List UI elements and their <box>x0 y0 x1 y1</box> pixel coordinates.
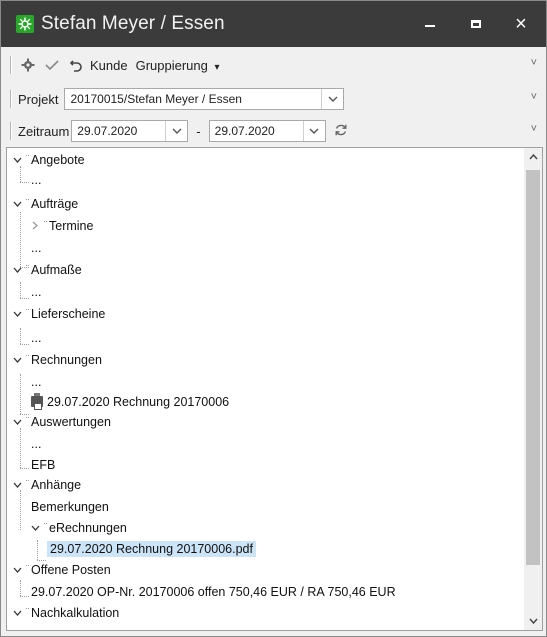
tree-connector <box>20 468 29 469</box>
app-window: Stefan Meyer / Essen × Kunde Gruppierung… <box>0 0 547 637</box>
projekt-select[interactable]: 20170015/Stefan Meyer / Essen <box>64 88 345 110</box>
tree-node-rechnungen[interactable]: Rechnungen <box>11 350 102 369</box>
date-from-picker[interactable]: 29.07.2020 <box>71 120 189 142</box>
tree-connector <box>20 374 21 414</box>
expanded-chevron-icon[interactable] <box>11 564 23 576</box>
tree-node-anhaenge[interactable]: Anhänge <box>11 475 81 494</box>
minimize-icon <box>425 25 435 27</box>
zeitraum-toolbar: Zeitraum 29.07.2020 - 29.07.2020 ˅ <box>6 117 541 145</box>
tree-node-lieferscheine-placeholder[interactable]: ... <box>31 328 41 347</box>
minimize-button[interactable] <box>407 1 453 47</box>
window-title: Stefan Meyer / Essen <box>41 13 225 34</box>
tree-node-auftraege[interactable]: Aufträge <box>11 194 78 213</box>
date-to-value: 29.07.2020 <box>214 124 275 138</box>
checkmark-icon[interactable] <box>42 55 62 75</box>
tree-node-offene-posten[interactable]: Offene Posten <box>11 560 111 579</box>
toolbar-overflow-icon[interactable]: ˅ <box>531 91 537 103</box>
projekt-label: Projekt <box>18 91 59 107</box>
document-tree-panel[interactable]: Angebote ... Aufträge Termine ... Aufmaß… <box>6 147 543 631</box>
tree-node-angebote-placeholder[interactable]: ... <box>31 170 41 189</box>
tree-connector <box>20 298 29 299</box>
undo-icon[interactable] <box>66 55 86 75</box>
tree-node-lieferscheine[interactable]: Lieferscheine <box>11 304 105 323</box>
tree-connector <box>37 540 38 560</box>
toolbar-grip[interactable] <box>10 122 12 140</box>
tree-node-rechnungen-placeholder[interactable]: ... <box>31 372 41 391</box>
tree-connector <box>20 282 21 298</box>
tree-node-angebote[interactable]: Angebote <box>11 150 85 169</box>
scroll-down-icon[interactable] <box>524 612 542 630</box>
expanded-chevron-icon[interactable] <box>11 154 23 166</box>
projekt-toolbar: Projekt 20170015/Stefan Meyer / Essen ˅ <box>6 85 541 113</box>
toolbar-overflow-icon[interactable]: ˅ <box>531 123 537 135</box>
tree-node-nachkalkulation[interactable]: Nachkalkulation <box>11 603 119 622</box>
tree-node-efb[interactable]: EFB <box>31 455 55 474</box>
scrollbar-thumb[interactable] <box>526 170 540 565</box>
app-logo-icon <box>16 15 34 33</box>
maximize-button[interactable] <box>453 1 499 47</box>
expanded-chevron-icon[interactable] <box>11 354 23 366</box>
expanded-chevron-icon[interactable] <box>11 416 23 428</box>
expanded-chevron-icon[interactable] <box>29 522 41 534</box>
expanded-chevron-icon[interactable] <box>11 308 23 320</box>
document-tree: Angebote ... Aufträge Termine ... Aufmaß… <box>7 148 524 630</box>
toolbar-overflow-icon[interactable]: ˅ <box>531 57 537 69</box>
expanded-chevron-icon[interactable] <box>11 479 23 491</box>
dropdown-arrow-icon: ▾ <box>214 61 220 73</box>
refresh-icon[interactable] <box>334 123 348 140</box>
tree-connector <box>20 580 21 596</box>
expanded-chevron-icon[interactable] <box>11 264 23 276</box>
close-icon: × <box>515 12 527 35</box>
tree-node-auswertungen-placeholder[interactable]: ... <box>31 434 41 453</box>
chevron-down-icon[interactable] <box>321 89 343 109</box>
close-button[interactable]: × <box>498 1 544 47</box>
tree-connector <box>20 182 29 183</box>
chevron-down-icon[interactable] <box>165 121 187 141</box>
gruppierung-label: Gruppierung <box>135 57 208 73</box>
tree-node-erechnung-pdf-selected[interactable]: 29.07.2020 Rechnung 20170006.pdf <box>47 539 256 558</box>
tree-node-termine[interactable]: Termine <box>29 216 93 235</box>
tree-node-aufmasse-placeholder[interactable]: ... <box>31 282 41 301</box>
kunde-button[interactable]: Kunde <box>90 58 128 73</box>
projekt-value: 20170015/Stefan Meyer / Essen <box>70 92 242 106</box>
expanded-chevron-icon[interactable] <box>11 198 23 210</box>
toolbar-grip[interactable] <box>10 90 12 108</box>
zeitraum-label: Zeitraum <box>18 123 70 139</box>
title-bar[interactable]: Stefan Meyer / Essen × <box>1 1 546 47</box>
toolbar-grip[interactable] <box>10 56 12 74</box>
gruppierung-dropdown[interactable]: Gruppierung ▾ <box>136 58 220 73</box>
date-to-picker[interactable]: 29.07.2020 <box>208 120 326 142</box>
tree-node-auftraege-placeholder[interactable]: ... <box>31 238 41 257</box>
scroll-up-icon[interactable] <box>524 148 542 166</box>
expanded-chevron-icon[interactable] <box>11 607 23 619</box>
tree-connector <box>20 490 21 530</box>
tree-connector <box>20 428 21 468</box>
tree-node-erechnungen[interactable]: eRechnungen <box>29 518 127 537</box>
tree-node-op-20170006[interactable]: 29.07.2020 OP-Nr. 20170006 offen 750,46 … <box>31 582 396 601</box>
printer-icon <box>31 393 43 410</box>
tree-connector <box>20 344 29 345</box>
tree-node-aufmasse[interactable]: Aufmaße <box>11 260 82 279</box>
tree-node-bemerkungen[interactable]: Bemerkungen <box>31 497 109 516</box>
tree-connector <box>20 328 21 344</box>
collapsed-chevron-icon[interactable] <box>29 220 41 232</box>
tree-connector <box>20 596 29 597</box>
tree-node-rechnung-20170006[interactable]: 29.07.2020 Rechnung 20170006 <box>31 392 229 411</box>
maximize-icon <box>471 20 481 28</box>
main-toolbar: Kunde Gruppierung ▾ ˅ <box>6 51 541 79</box>
date-from-value: 29.07.2020 <box>77 124 138 138</box>
tree-connector <box>20 212 21 267</box>
chevron-down-icon[interactable] <box>302 121 325 141</box>
date-range-separator: - <box>196 123 201 139</box>
gear-icon[interactable] <box>18 55 38 75</box>
tree-node-auswertungen[interactable]: Auswertungen <box>11 412 111 431</box>
vertical-scrollbar[interactable] <box>524 148 542 630</box>
